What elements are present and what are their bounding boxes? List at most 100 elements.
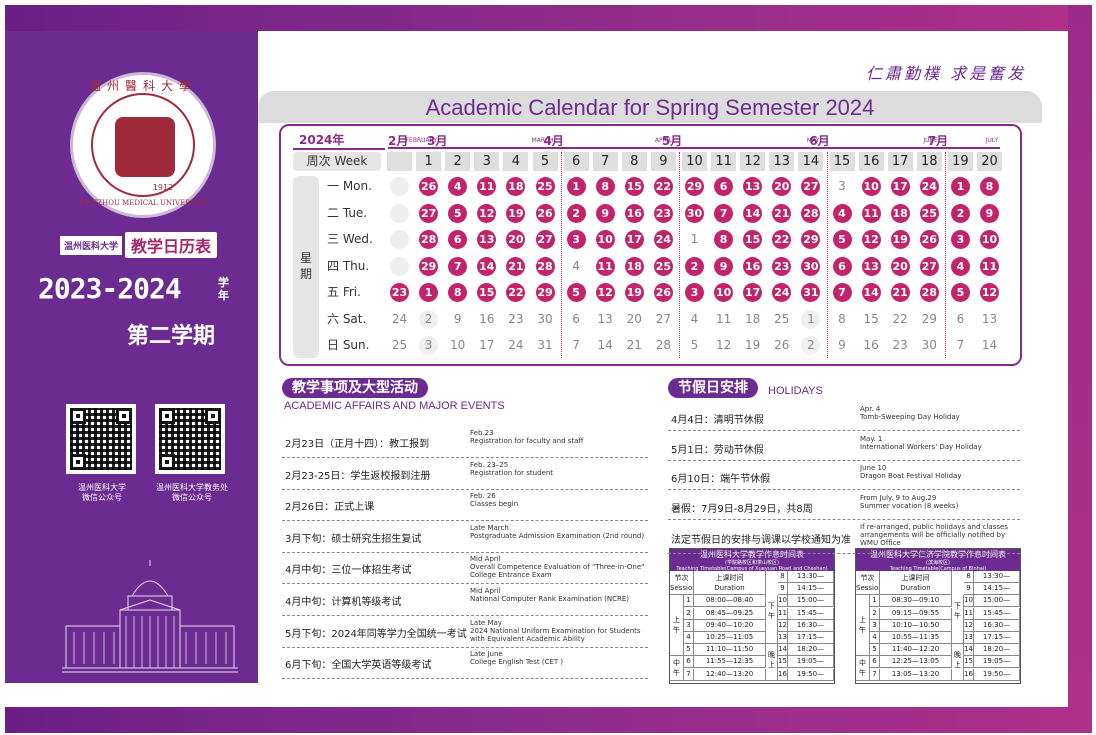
page: 温州醫科大學 1912 WENZHOU MEDICAL UNIVERSITY 温… — [0, 0, 1096, 735]
month-header: 6月 JUNE — [809, 131, 940, 149]
event-cn: 2月26日：正式上课 — [285, 502, 375, 514]
calendar-day: 18 — [624, 256, 644, 276]
holiday-en-line: International Workers' Day Holiday — [860, 442, 982, 451]
qr-caption-line: 微信公众号 — [82, 493, 122, 502]
calendar-day: 7 — [566, 336, 586, 355]
timetable-head-part: 上课时间 — [901, 574, 930, 582]
holiday-en: May. 1 International Workers' Day Holiday — [860, 435, 1020, 451]
timetable-time: 14:15—14:55 — [974, 583, 1020, 596]
timetable-am-label: 上午 — [670, 595, 684, 657]
weekday-name: 五 Fri. — [327, 285, 361, 299]
calendar-day: 4 — [566, 256, 586, 276]
week-number: 7 — [592, 152, 618, 171]
holiday-en-line: June 10 — [860, 464, 887, 472]
timetable-time: 10:10—10:50 — [880, 619, 952, 632]
calendar-day: 20 — [890, 256, 910, 276]
week-number: 13 — [769, 152, 795, 171]
event-en-line: Feb.23 — [470, 429, 494, 437]
calendar-day: 27 — [535, 230, 555, 249]
calendar-day: 25 — [919, 203, 939, 223]
calendar-day: 16 — [477, 309, 497, 329]
calendar-year-underline — [293, 148, 385, 150]
calendar-day: 12 — [861, 230, 881, 249]
event-en-line: Registration for student — [470, 468, 554, 477]
timetable-time: 19:50—20:30 — [788, 668, 834, 681]
holiday-row: 5月1日：劳动节休假 May. 1 International Workers' D… — [668, 432, 1020, 461]
event-en-line: Registration for faculty and staff — [470, 437, 584, 445]
calendar-day: 29 — [535, 283, 555, 302]
holiday-cn: 5月1日：劳动节休假 — [671, 444, 764, 456]
calendar-day: 8 — [980, 177, 999, 196]
timetable-time: 10:25—11:05 — [694, 632, 766, 644]
holiday-row: 法定节假日的安排与调课以学校通知为准 If re-arranged, public… — [668, 520, 1020, 554]
timetable-eve-label: 晚上 — [766, 644, 778, 681]
weekday-side-char: 星 — [300, 251, 313, 265]
timetable-time: 15:00—15:40 — [974, 595, 1020, 608]
week-label: 周次 Week — [293, 152, 381, 171]
holiday-en-line: Apr. 4 — [860, 405, 881, 413]
seal-name-en: WENZHOU MEDICAL UNIVERSITY — [78, 199, 208, 207]
weekday-name: 日 Sun. — [327, 338, 370, 352]
holiday-cn: 法定节假日的安排与调课以学校通知为准 — [671, 535, 851, 546]
calendar-day: 6 — [832, 256, 852, 276]
timetable-time: 19:05—19:45 — [974, 656, 1020, 669]
week-number: 6 — [563, 152, 589, 171]
qr-caption-office: 温州医科大学教务处 微信公众号 — [146, 483, 238, 503]
week-number: 4 — [503, 152, 529, 171]
seal-ring: 1912 — [91, 93, 195, 197]
calendar-day: 9 — [980, 203, 999, 223]
calendar-day: 7 — [448, 256, 468, 276]
timetable-grid: 节次 Session 上课时间 Duration 108:00—08:40208:45—… — [670, 571, 834, 683]
week-number: 15 — [829, 152, 855, 171]
calendar-day: 9 — [714, 256, 734, 276]
weekday-name: 六 Sat. — [327, 311, 367, 326]
timetable-time: 13:05—13:20 — [880, 668, 952, 681]
timetable-time: 12:40—13:20 — [694, 668, 766, 681]
event-en-line: with Equivalent Academic Ability — [470, 634, 585, 643]
event-row: 2月23日（正月十四）：教工报到 Feb.23 Registration for f… — [282, 426, 648, 458]
holiday-en-line: arrangements will be officially notified… — [860, 531, 1006, 539]
calendar-year-label: 2024年 — [299, 133, 345, 147]
qr-code-office — [155, 404, 225, 474]
timetable-session: 15 — [778, 656, 788, 669]
building-illustration — [62, 560, 238, 673]
calendar-day: 30 — [919, 336, 939, 355]
calendar-day: 2 — [685, 256, 704, 276]
event-en-line: Classes begin — [470, 500, 519, 509]
timetable-time: 11:10—11:50 — [694, 644, 766, 657]
month-cn: 4月 — [543, 134, 564, 148]
calendar-day: 10 — [980, 230, 999, 249]
timetable-noon-label: 中午 — [856, 656, 870, 681]
holiday-en-line: If re-arranged, public holidays and clas… — [860, 523, 1008, 531]
calendar-day: 12 — [477, 203, 497, 223]
event-cn: 2月23日（正月十四）：教工报到 — [285, 439, 430, 450]
calendar-day: 10 — [714, 283, 734, 302]
event-en: Late March Postgraduate Admission Examina… — [470, 524, 650, 540]
timetable-time: 15:00—15:40 — [788, 595, 834, 608]
calendar-day: 7 — [950, 336, 970, 355]
holiday-cn: 4月4日：清明节休假 — [671, 415, 764, 426]
timetable-session: 10 — [778, 595, 788, 608]
calendar-day: 26 — [535, 203, 555, 223]
timetable-time: 08:30—09:10 — [880, 595, 952, 608]
timetable-session: 2 — [684, 607, 694, 620]
term: 第二学期 — [127, 324, 216, 349]
timetable-session: 10 — [964, 595, 974, 608]
calendar-day: 30 — [685, 203, 704, 223]
calendar-day: 2 — [950, 203, 970, 223]
calendar-day: 20 — [624, 309, 644, 329]
event-cn: 2月23-25日：学生返校报到注册 — [285, 470, 431, 482]
timetable-session: 9 — [964, 583, 974, 596]
timetable-time: 16:30—17:10 — [788, 619, 834, 632]
weekday-name: 三 Wed. — [327, 232, 373, 246]
event-en-line: College Entrance Exam — [470, 571, 552, 580]
month-separator — [560, 152, 562, 358]
timetable-time: 12:25—13:05 — [880, 656, 952, 669]
calendar-day: 6 — [566, 309, 586, 329]
calendar-title: Academic Calendar for Spring Semester 20… — [425, 95, 875, 120]
calendar-day: 28 — [919, 283, 939, 302]
calendar-day: 4 — [685, 309, 704, 329]
calendar-day: 14 — [743, 203, 763, 223]
timetable-time: 16:30—17:10 — [974, 619, 1020, 632]
week-number: 10 — [682, 152, 707, 171]
